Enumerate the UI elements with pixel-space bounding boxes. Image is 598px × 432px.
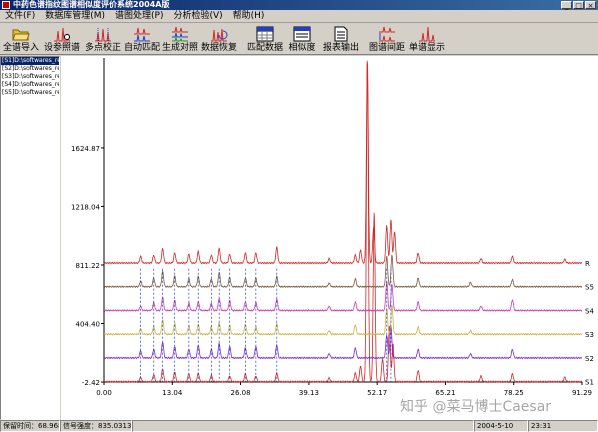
- status-date: 2004-5-10: [474, 420, 528, 432]
- watermark: 知乎 @菜马博士Caesar: [400, 399, 552, 415]
- generate-reference-icon: [172, 26, 188, 42]
- chromatogram-plot[interactable]: -2.42 404.40 811.22 1218.04 1624.87 0.00 13.04…: [61, 56, 598, 420]
- window-title: 中药色谱指纹图谱相似度评价系统2004A版: [13, 0, 170, 9]
- set-reference-button[interactable]: 设参照谱: [41, 23, 83, 54]
- x-tick-label: 26.08: [231, 389, 251, 397]
- y-tick-label: -2.42: [82, 379, 100, 387]
- toolbar: 全谱导入 设参照谱 多点校正 自动匹配 生成对照 数据恢复 匹配数据 相似度 报…: [0, 23, 598, 55]
- maximize-button[interactable]: □: [573, 1, 584, 10]
- y-tick-label: 811.22: [76, 262, 101, 270]
- status-empty: [132, 420, 474, 432]
- file-item-s5[interactable]: [S5]D:\softwares_re: [1, 89, 59, 97]
- file-item-s1[interactable]: [S1]D:\softwares_re: [1, 57, 59, 65]
- menu-file[interactable]: 文件(F): [0, 10, 40, 23]
- x-tick-label: 0.00: [96, 389, 112, 397]
- y-tick-label: 404.40: [76, 320, 101, 328]
- similarity-icon: [293, 26, 311, 42]
- x-tick-label: 39.13: [299, 389, 319, 397]
- file-item-s3[interactable]: [S3]D:\softwares_re: [1, 73, 59, 81]
- status-bar: 保留时间：68.9683 信号强度：835.0313 2004-5-10 23:…: [0, 420, 598, 432]
- window-controls: _ □ ×: [561, 1, 596, 10]
- file-item-s4[interactable]: [S4]D:\softwares_re: [1, 81, 59, 89]
- series-line-s5: [103, 254, 583, 289]
- status-signal-intensity: 信号强度：835.0313: [60, 420, 132, 432]
- file-list[interactable]: [S1]D:\softwares_re [S2]D:\softwares_re …: [0, 56, 60, 420]
- series-label-r: R: [585, 260, 590, 268]
- multipoint-correction-button[interactable]: 多点校正: [83, 23, 123, 54]
- similarity-button[interactable]: 相似度: [285, 23, 319, 54]
- generate-reference-button[interactable]: 生成对照: [161, 23, 199, 54]
- close-button[interactable]: ×: [585, 1, 596, 10]
- auto-match-icon: [134, 27, 150, 42]
- report-output-button[interactable]: 报表输出: [319, 23, 363, 54]
- auto-match-button[interactable]: 自动匹配: [123, 23, 161, 54]
- menu-help[interactable]: 帮助(H): [228, 10, 270, 23]
- y-tick-label: 1624.87: [71, 145, 100, 153]
- single-spectrum-button[interactable]: 单谱显示: [407, 23, 447, 54]
- title-bar: 中药色谱指纹图谱相似度评价系统2004A版 _ □ ×: [0, 0, 598, 10]
- series-line-s2: [103, 326, 583, 360]
- multipoint-correction-icon: [95, 28, 111, 42]
- series-line-r: [103, 62, 583, 265]
- reference-spectrum-icon: [54, 27, 70, 42]
- similarity-label: 相似度: [288, 43, 316, 53]
- import-all-label: 全谱导入: [2, 43, 39, 53]
- data-restore-icon: [211, 28, 228, 42]
- multipoint-correction-label: 多点校正: [84, 43, 121, 53]
- menu-bar: 文件(F) 数据库管理(M) 谱图处理(P) 分析检验(V) 帮助(H): [0, 10, 598, 23]
- chromatogram-chart: -2.42 404.40 811.22 1218.04 1624.87 0.00 13.04…: [71, 58, 594, 397]
- x-tick-label: 91.29: [572, 389, 592, 397]
- data-restore-button[interactable]: 数据恢复: [199, 23, 239, 54]
- x-tick-label: 52.17: [367, 389, 387, 397]
- single-spectrum-label: 单谱显示: [408, 43, 445, 53]
- import-all-button[interactable]: 全谱导入: [1, 23, 41, 54]
- match-data-label: 匹配数据: [246, 43, 283, 53]
- set-reference-label: 设参照谱: [43, 43, 80, 53]
- y-tick-label: 1218.04: [71, 203, 100, 211]
- spectrum-spacing-label: 图谱间距: [368, 43, 405, 53]
- spectrum-spacing-button[interactable]: 图谱间距: [367, 23, 407, 54]
- series-label-s2: S2: [585, 355, 594, 363]
- series-label-s1: S1: [585, 379, 594, 387]
- x-tick-label: 13.04: [162, 389, 183, 397]
- app-icon: [2, 1, 10, 9]
- file-item-s2[interactable]: [S2]D:\softwares_re: [1, 65, 59, 73]
- report-output-label: 报表输出: [322, 43, 359, 53]
- menu-analysis[interactable]: 分析检验(V): [168, 10, 227, 23]
- single-spectrum-icon: [419, 26, 435, 42]
- minimize-button[interactable]: _: [561, 1, 572, 10]
- menu-spectrum-processing[interactable]: 谱图处理(P): [110, 10, 168, 23]
- generate-reference-label: 生成对照: [161, 43, 198, 53]
- menu-database[interactable]: 数据库管理(M): [40, 10, 110, 23]
- data-restore-label: 数据恢复: [200, 43, 237, 53]
- series-label-s3: S3: [585, 331, 594, 339]
- match-data-icon: [256, 26, 274, 42]
- spectrum-spacing-icon: [379, 26, 395, 42]
- report-output-icon: [334, 26, 348, 42]
- series-label-s5: S5: [585, 284, 594, 292]
- auto-match-label: 自动匹配: [123, 43, 160, 53]
- folder-open-icon: [12, 29, 30, 41]
- match-data-button[interactable]: 匹配数据: [245, 23, 285, 54]
- status-time: 23:31: [528, 420, 598, 432]
- series-label-s4: S4: [585, 307, 594, 315]
- status-retention-time: 保留时间：68.9683: [0, 420, 60, 432]
